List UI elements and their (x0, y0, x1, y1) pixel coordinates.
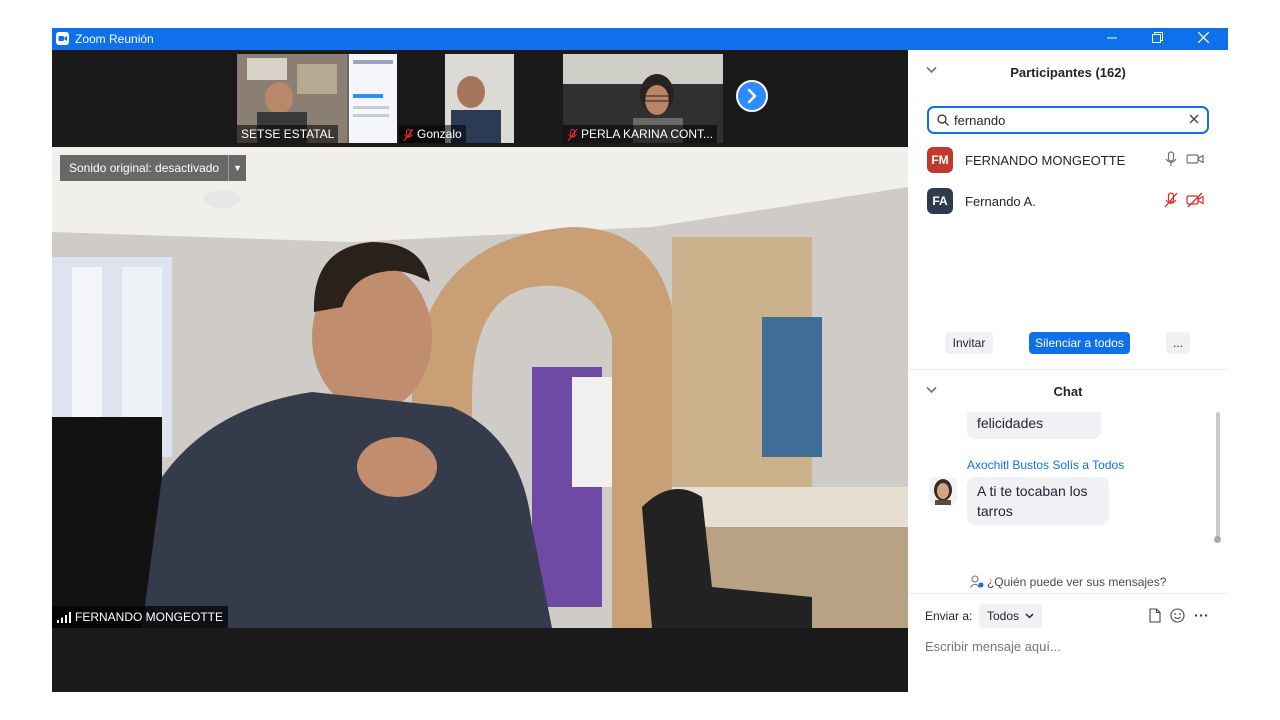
gallery-strip: SETSE ESTATAL Gonzalo PERLA KARINA CONT.… (52, 50, 908, 147)
minimize-button[interactable] (1098, 30, 1126, 48)
sender-photo (929, 477, 957, 505)
mute-all-button[interactable]: Silenciar a todos (1029, 332, 1130, 354)
video-thumb-gonzalo[interactable]: Gonzalo (399, 54, 514, 143)
participant-search-input[interactable] (954, 110, 1184, 130)
send-to-dropdown[interactable]: Todos (979, 604, 1043, 628)
mic-icon[interactable] (1164, 151, 1178, 167)
original-sound-label: Sonido original: desactivado (69, 161, 220, 175)
close-icon (1197, 31, 1209, 44)
muted-mic-icon (567, 128, 578, 141)
restore-icon (1151, 32, 1163, 43)
emoji-icon[interactable] (1170, 608, 1185, 623)
chat-message-line: tarros (977, 503, 1013, 519)
scrollbar-end-marker (1214, 536, 1221, 543)
video-thumb-perla[interactable]: PERLA KARINA CONT... (563, 54, 723, 143)
avatar: FM (927, 147, 953, 173)
clear-search-icon[interactable] (1189, 114, 1199, 124)
video-feed-active-speaker (52, 147, 908, 628)
chat-header: Chat (908, 370, 1228, 410)
chat-sender: Axochitl Bustos Solís a Todos (967, 458, 1125, 472)
window-title: Zoom Reunión (75, 32, 154, 46)
chat-messages[interactable]: felicidades Axochitl Bustos Solís a Todo… (908, 412, 1220, 572)
video-off-icon[interactable] (1186, 192, 1204, 208)
who-can-see-link[interactable]: ¿Quién puede ver sus mensajes? (908, 571, 1228, 593)
chat-bubble: A ti te tocaban los tarros (967, 477, 1109, 525)
original-sound-toggle[interactable]: Sonido original: desactivado ▼ (60, 155, 247, 181)
signal-bars-icon (57, 611, 71, 623)
invite-button[interactable]: Invitar (945, 332, 993, 354)
restore-button[interactable] (1143, 30, 1171, 48)
muted-mic-icon[interactable] (1164, 192, 1178, 208)
zoom-logo-icon (56, 32, 69, 45)
muted-mic-icon (403, 128, 414, 141)
send-to-value: Todos (987, 609, 1020, 623)
participant-search-box[interactable] (927, 106, 1209, 134)
next-page-button[interactable] (736, 80, 768, 112)
chevron-down-icon[interactable]: ▼ (228, 155, 246, 181)
title-bar: Zoom Reunión (52, 28, 1228, 50)
minimize-icon (1107, 37, 1117, 39)
chat-message-input[interactable] (925, 636, 1215, 656)
thumb-name-gonzalo: Gonzalo (417, 127, 462, 141)
avatar: FA (927, 188, 953, 214)
send-to-label: Enviar a: (925, 609, 973, 623)
participant-name: FERNANDO MONGEOTTE (965, 153, 1126, 168)
participant-status-icons (1164, 151, 1204, 167)
person-visibility-icon (969, 575, 984, 588)
thumb-label-perla: PERLA KARINA CONT... (563, 125, 718, 143)
participant-row[interactable]: FM FERNANDO MONGEOTTE (908, 142, 1228, 178)
divider (908, 593, 1228, 594)
chevron-right-icon (747, 88, 757, 104)
participant-row[interactable]: FA Fernando A. (908, 183, 1228, 219)
thumb-name-perla: PERLA KARINA CONT... (581, 127, 714, 141)
more-options-button[interactable]: ... (1166, 332, 1190, 354)
chevron-down-icon (1025, 613, 1034, 619)
speaker-name-tag: FERNANDO MONGEOTTE (52, 606, 229, 628)
chat-message-text: felicidades (977, 415, 1044, 431)
chat-message-line: A ti te tocaban los (977, 483, 1088, 499)
chat-scrollbar[interactable] (1216, 412, 1220, 538)
who-can-see-text: ¿Quién puede ver sus mensajes? (986, 575, 1167, 589)
speaker-name: FERNANDO MONGEOTTE (75, 610, 224, 624)
chat-bubble: felicidades (967, 412, 1101, 439)
avatar (929, 477, 957, 505)
close-window-button[interactable] (1189, 30, 1217, 48)
more-icon[interactable] (1194, 608, 1208, 623)
participant-status-icons (1164, 192, 1204, 208)
file-icon[interactable] (1149, 608, 1161, 623)
thumb-name-setse: SETSE ESTATAL (237, 125, 339, 143)
search-icon (937, 114, 949, 126)
thumb-label-gonzalo: Gonzalo (399, 125, 466, 143)
video-camera-icon[interactable] (1186, 151, 1204, 167)
participants-header: Participantes (162) (908, 50, 1228, 95)
zoom-window: Zoom Reunión SETSE ESTATAL Gonzalo PERLA… (52, 28, 1228, 692)
video-area: SETSE ESTATAL Gonzalo PERLA KARINA CONT.… (52, 50, 908, 692)
chat-tools (1149, 608, 1208, 623)
side-panel: Participantes (162) FM FERNANDO MONGEOTT… (908, 50, 1228, 692)
participants-title: Participantes (162) (1010, 65, 1126, 80)
participant-name: Fernando A. (965, 194, 1036, 209)
active-speaker-video[interactable]: Sonido original: desactivado ▼ FERNANDO … (52, 147, 908, 628)
video-thumb-setse[interactable]: SETSE ESTATAL (237, 54, 397, 143)
chat-title: Chat (1053, 384, 1083, 399)
